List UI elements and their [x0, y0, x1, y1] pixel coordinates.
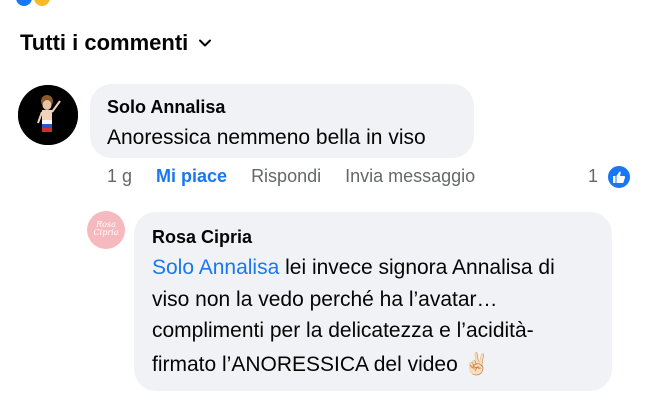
- reply-text-segment: lei invece signora Annalisa di: [279, 256, 555, 279]
- reply-bubble: Rosa Cipria Solo Annalisa lei invece sig…: [134, 212, 612, 391]
- avatar-logo-text: Rosa Cipria: [93, 220, 119, 237]
- reply-text-line-4: firmato l’ANORESSICA del video ✌🏻: [152, 353, 490, 376]
- comment-bubble: Solo Annalisa Anoressica nemmeno bella i…: [90, 84, 474, 158]
- send-message-button[interactable]: Invia messaggio: [345, 166, 475, 187]
- like-reaction-icon: [16, 0, 32, 6]
- haha-reaction-icon: [34, 0, 50, 6]
- reaction-icons-partial: [16, 0, 50, 6]
- reply-text-line-1: Solo Annalisa lei invece signora Annalis…: [152, 256, 555, 280]
- avatar[interactable]: [18, 85, 78, 145]
- mention-link[interactable]: Solo Annalisa: [152, 256, 279, 279]
- reply-text-line-3: complimenti per la delicatezza e l’acidi…: [152, 319, 534, 342]
- avatar-image: [18, 85, 78, 145]
- like-count[interactable]: 1: [588, 166, 598, 187]
- chevron-down-icon: [199, 39, 212, 47]
- comment-author[interactable]: Solo Annalisa: [107, 97, 225, 118]
- like-button[interactable]: Mi piace: [156, 166, 227, 187]
- reply-author[interactable]: Rosa Cipria: [152, 227, 252, 248]
- thumb-up-glyph: [613, 171, 626, 183]
- comment-actions: 1 g Mi piace Rispondi Invia messaggio: [107, 166, 499, 187]
- reply-text-line-2: viso non la vedo perché ha l’avatar…: [152, 288, 498, 311]
- comments-filter-label: Tutti i commenti: [20, 30, 189, 55]
- reply-button[interactable]: Rispondi: [251, 166, 321, 187]
- avatar[interactable]: Rosa Cipria: [87, 211, 125, 249]
- comment-time[interactable]: 1 g: [107, 166, 132, 187]
- like-thumb-icon[interactable]: [606, 164, 632, 190]
- comment-text: Anoressica nemmeno bella in viso: [107, 126, 426, 149]
- comments-filter[interactable]: Tutti i commenti: [20, 30, 212, 56]
